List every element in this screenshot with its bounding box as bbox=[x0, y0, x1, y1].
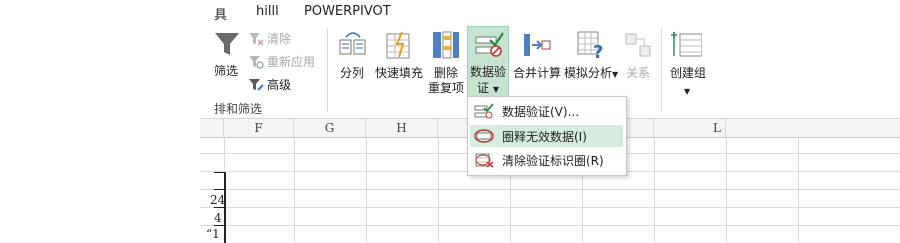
menu-item-label: 清除验证标识圈(R) bbox=[502, 153, 604, 168]
menu-item-label: 圈释无效数据(I) bbox=[502, 129, 587, 144]
filter-icon bbox=[215, 33, 239, 55]
group-label-sort-filter: 排和筛选 bbox=[214, 102, 263, 116]
what-if-analysis-button[interactable]: ? 模拟分析▼ bbox=[564, 28, 618, 98]
flash-fill-icon bbox=[386, 31, 410, 59]
text-to-columns-icon bbox=[339, 32, 366, 55]
column-header-h[interactable]: H bbox=[366, 119, 438, 137]
tab-hilll[interactable]: hilll bbox=[256, 4, 279, 19]
cell-border bbox=[214, 207, 226, 208]
what-if-analysis-icon: ? bbox=[577, 31, 603, 60]
column-header-g[interactable]: G bbox=[294, 119, 366, 137]
what-if-analysis-label: 模拟分析▼ bbox=[564, 66, 619, 80]
consolidate-button[interactable]: 合并计算 bbox=[510, 28, 564, 98]
create-group-button[interactable]: 创建组 ▼ bbox=[666, 28, 706, 98]
ribbon-separator bbox=[327, 28, 328, 112]
remove-duplicates-icon bbox=[433, 31, 459, 59]
create-group-label: 创建组 bbox=[670, 66, 707, 80]
relationships-icon bbox=[625, 33, 651, 57]
menu-item-label: 数据验证(V)... bbox=[502, 104, 580, 119]
clear-filter-icon bbox=[249, 32, 264, 46]
column-header-f[interactable]: F bbox=[224, 119, 294, 137]
dropdown-arrow-icon: ▼ bbox=[492, 85, 499, 94]
create-group-icon bbox=[671, 32, 702, 57]
consolidate-label: 合并计算 bbox=[512, 66, 561, 80]
text-to-columns-button[interactable]: 分列 bbox=[334, 28, 370, 98]
data-validation-icon bbox=[475, 32, 504, 57]
menu-item-clear-validation-circles[interactable]: 清除验证标识圈(R) bbox=[470, 149, 623, 171]
ribbon-tabs: 具 hilll POWERPIVOT bbox=[200, 0, 900, 23]
reapply-icon bbox=[249, 55, 264, 69]
clear-button[interactable]: 清除 bbox=[248, 30, 291, 47]
cell-border bbox=[214, 172, 226, 173]
relationships-button[interactable]: 关系 bbox=[618, 28, 658, 98]
cell-value[interactable]: 24 bbox=[210, 193, 225, 207]
column-header-partial bbox=[200, 119, 224, 137]
excel-window: 具 hilll POWERPIVOT 筛选 清除 重新应用 高级 排和筛选 分列… bbox=[200, 0, 900, 243]
tab-powerpivot[interactable]: POWERPIVOT bbox=[304, 4, 391, 19]
cell-value[interactable]: “1 bbox=[206, 227, 220, 241]
menu-item-data-validation[interactable]: 数据验证(V)... bbox=[470, 100, 623, 122]
data-validation-button[interactable]: 数据验 证 ▼ bbox=[467, 26, 509, 98]
advanced-button[interactable]: 高级 bbox=[248, 76, 291, 93]
clear-validation-circles-icon bbox=[474, 152, 494, 168]
relationships-label: 关系 bbox=[625, 66, 650, 80]
column-header-l[interactable]: L bbox=[654, 119, 726, 137]
circle-invalid-data-icon bbox=[474, 128, 494, 144]
svg-text:?: ? bbox=[593, 42, 603, 60]
grid-line bbox=[200, 207, 900, 208]
cell-value[interactable]: 4 bbox=[214, 211, 222, 225]
remove-duplicates-button[interactable]: 删除 重复项 bbox=[427, 28, 465, 98]
data-validation-icon bbox=[474, 103, 494, 119]
cell-border bbox=[214, 225, 226, 226]
data-validation-label-2: 证 ▼ bbox=[477, 81, 499, 95]
flash-fill-button[interactable]: 快速填充 bbox=[372, 28, 426, 98]
consolidate-icon bbox=[524, 34, 551, 56]
flash-fill-label: 快速填充 bbox=[374, 66, 423, 80]
text-to-columns-label: 分列 bbox=[339, 66, 364, 80]
filter-label: 筛选 bbox=[214, 64, 239, 78]
remove-duplicates-label-1: 删除 bbox=[433, 66, 458, 80]
grid-line bbox=[200, 189, 900, 190]
reapply-label: 重新应用 bbox=[267, 55, 316, 69]
data-validation-label-1: 数据验 bbox=[469, 65, 506, 79]
ribbon-separator bbox=[661, 28, 662, 112]
data-validation-menu: 数据验证(V)... 圈释无效数据(I) 清除验证标识圈(R) bbox=[467, 96, 627, 176]
advanced-filter-icon bbox=[249, 78, 264, 91]
grid-line bbox=[200, 225, 900, 226]
clear-label: 清除 bbox=[267, 32, 292, 46]
cell-border bbox=[214, 189, 226, 190]
dropdown-arrow-icon: ▼ bbox=[684, 87, 691, 96]
reapply-button[interactable]: 重新应用 bbox=[248, 53, 315, 70]
tab-partial[interactable]: 具 bbox=[214, 4, 227, 23]
menu-item-circle-invalid-data[interactable]: 圈释无效数据(I) bbox=[470, 125, 623, 147]
advanced-label: 高级 bbox=[267, 78, 292, 92]
remove-duplicates-label-2: 重复项 bbox=[427, 81, 464, 95]
